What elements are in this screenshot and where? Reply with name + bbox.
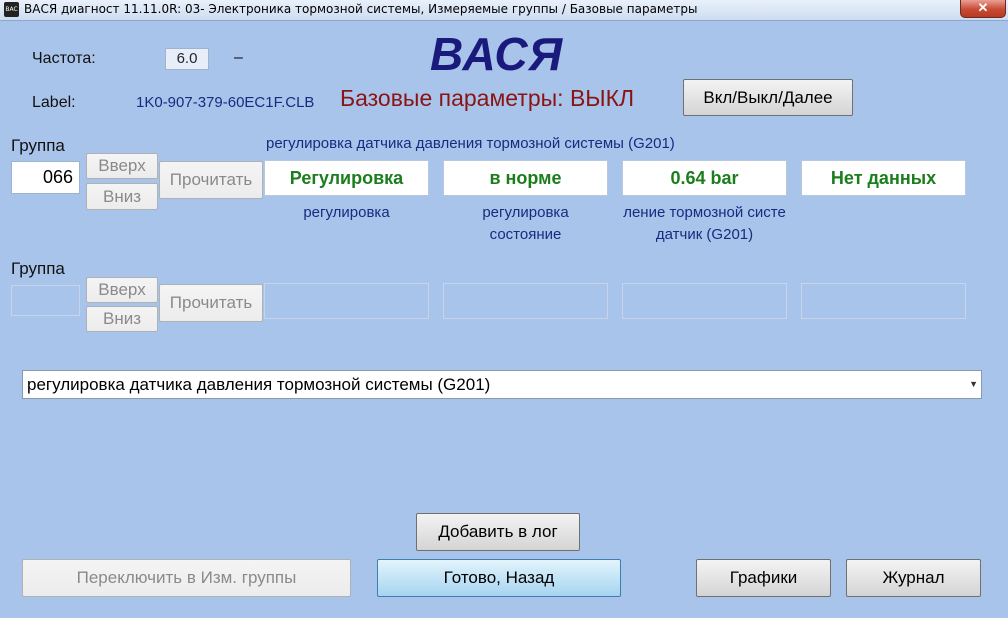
title-bar: BAC ВАСЯ диагност 11.11.0R: 03- Электрон… — [0, 0, 1008, 21]
group2-down-button[interactable]: Вниз — [86, 306, 158, 332]
done-back-button[interactable]: Готово, Назад — [377, 559, 621, 597]
frequency-value: 6.0 — [165, 48, 209, 70]
basic-settings-status: Базовые параметры: ВЫКЛ — [340, 85, 635, 111]
group1-sublabel-3b: датчик (G201) — [655, 226, 754, 243]
toggle-next-button[interactable]: Вкл/Выкл/Далее — [683, 79, 853, 116]
group1-sublabel-2a: регулировка — [482, 204, 569, 221]
group2-field-1 — [264, 283, 429, 319]
group1-field-1: Регулировка — [264, 160, 429, 196]
group2-field-2 — [443, 283, 608, 319]
client-area: Частота: 6.0 – ВАСЯ Label: 1K0-907-379-6… — [4, 21, 1004, 614]
group1-field-4: Нет данных — [801, 160, 966, 196]
group1-field-2: в норме — [443, 160, 608, 196]
app-icon: BAC — [4, 2, 19, 17]
group2-up-button[interactable]: Вверх — [86, 277, 158, 303]
group1-down-button[interactable]: Вниз — [86, 183, 158, 210]
group1-number-input[interactable]: 066 — [11, 161, 80, 194]
window-title: ВАСЯ диагност 11.11.0R: 03- Электроника … — [24, 2, 698, 16]
group1-read-button[interactable]: Прочитать — [159, 161, 263, 199]
chevron-down-icon[interactable]: ▼ — [969, 371, 978, 398]
switch-to-groups-button[interactable]: Переключить в Изм. группы — [22, 559, 351, 597]
group2-field-4 — [801, 283, 966, 319]
label-caption: Label: — [32, 94, 76, 111]
group2-number-input[interactable] — [11, 285, 80, 316]
group2-read-button[interactable]: Прочитать — [159, 284, 263, 322]
frequency-dash: – — [234, 49, 243, 66]
dropdown-selected-text: регулировка датчика давления тормозной с… — [27, 375, 491, 394]
close-button[interactable]: ✕ — [960, 0, 1006, 18]
group1-title: регулировка датчика давления тормозной с… — [266, 135, 675, 152]
group1-sublabel-2b: состояние — [489, 226, 562, 243]
group2-caption: Группа — [11, 259, 65, 278]
graphs-button[interactable]: Графики — [696, 559, 831, 597]
journal-button[interactable]: Журнал — [846, 559, 981, 597]
group-select-dropdown[interactable]: регулировка датчика давления тормозной с… — [22, 370, 982, 399]
group2-field-3 — [622, 283, 787, 319]
group1-field-3: 0.64 bar — [622, 160, 787, 196]
app-logo: ВАСЯ — [430, 28, 564, 80]
frequency-label: Частота: — [32, 50, 96, 67]
group1-sublabel-3a: ление тормозной систе — [623, 204, 786, 221]
label-file: 1K0-907-379-60EC1F.CLB — [136, 94, 315, 111]
group1-sublabel-1a: регулировка — [303, 204, 390, 221]
group1-caption: Группа — [11, 136, 65, 155]
add-to-log-button[interactable]: Добавить в лог — [416, 513, 580, 551]
group1-up-button[interactable]: Вверх — [86, 153, 158, 179]
